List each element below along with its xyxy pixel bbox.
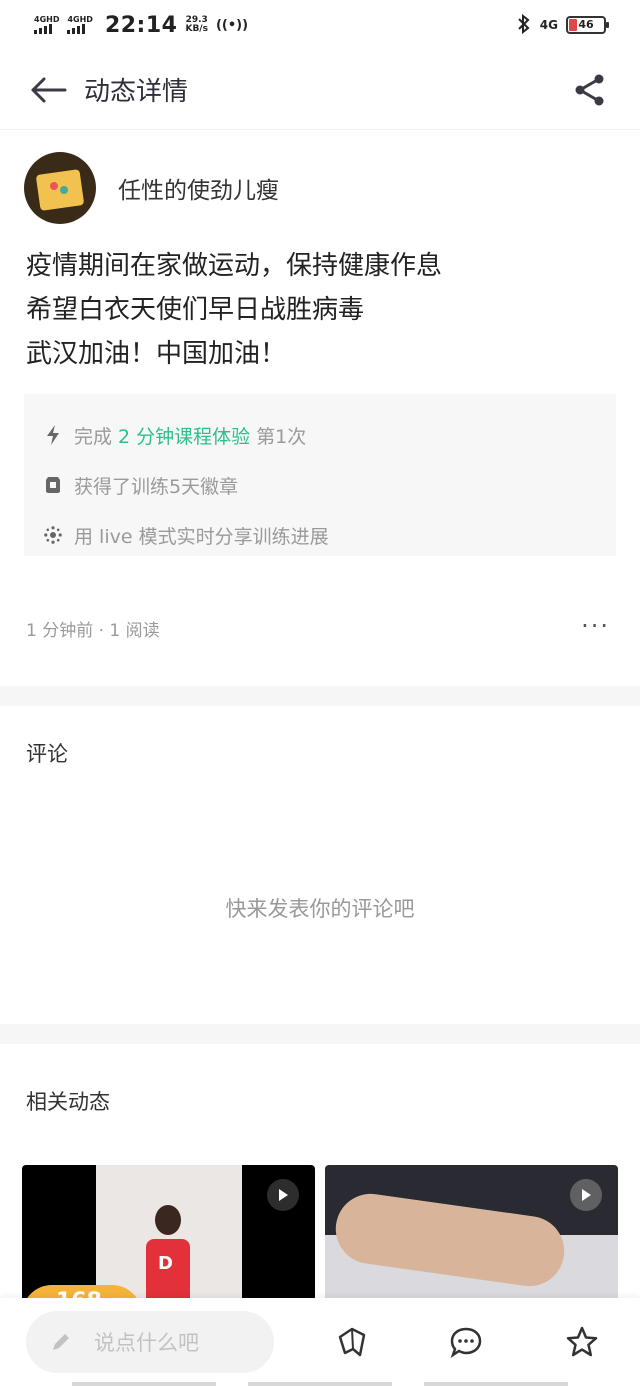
cheer-icon <box>338 1327 366 1357</box>
nav-indicator <box>424 1382 568 1386</box>
share-button[interactable] <box>570 70 610 110</box>
back-button[interactable] <box>30 70 70 110</box>
activity-text: 获得了训练5天徽章 <box>74 475 239 498</box>
avatar[interactable] <box>24 152 96 224</box>
more-options-button[interactable]: ··· <box>581 612 610 640</box>
page-title: 动态详情 <box>84 77 189 107</box>
lightning-icon <box>44 425 62 445</box>
arrow-left-icon <box>31 77 67 102</box>
activity-row-badge[interactable]: 获得了训练5天徽章 <box>44 460 596 510</box>
section-divider <box>0 686 640 706</box>
share-icon <box>575 74 604 106</box>
play-icon[interactable] <box>267 1179 299 1211</box>
network-speed-unit: KB/s <box>185 24 208 34</box>
post-meta: 1 分钟前 · 1 阅读 <box>26 621 160 641</box>
related-card[interactable]: 168 Kcal <box>22 1165 315 1305</box>
network-speed: 29.3 KB/s <box>185 16 207 34</box>
app-bar: 动态详情 <box>0 50 640 130</box>
post-line: 希望白衣天使们早日战胜病毒 <box>26 295 365 325</box>
section-divider <box>0 1024 640 1044</box>
comment-button[interactable] <box>448 1324 484 1360</box>
activity-text: 用 live 模式实时分享训练进展 <box>74 525 329 548</box>
battery-icon: 46 <box>566 16 609 34</box>
hotspot-icon: ((•)) <box>215 17 249 33</box>
post-line: 武汉加油！中国加油！ <box>26 339 287 369</box>
play-icon[interactable] <box>570 1179 602 1211</box>
nav-indicator <box>72 1382 216 1386</box>
comments-empty-tip: 快来发表你的评论吧 <box>225 897 415 921</box>
author-name[interactable]: 任性的使劲儿瘦 <box>118 171 279 205</box>
bottom-bar: 说点什么吧 <box>0 1298 640 1386</box>
related-card[interactable] <box>325 1165 618 1305</box>
bluetooth-icon <box>516 13 532 37</box>
post-content: 疫情期间在家做运动，保持健康作息 希望白衣天使们早日战胜病毒 武汉加油！中国加油… <box>26 244 442 376</box>
activity-summary: 完成 2 分钟课程体验 第1次 获得了训练5天徽章 用 live 模式实时分享训… <box>24 394 616 556</box>
cheer-button[interactable] <box>334 1324 370 1360</box>
signal-icon-2: 4GHD <box>67 15 93 34</box>
signal-icon: 4GHD <box>34 16 59 34</box>
favorite-button[interactable] <box>564 1324 600 1360</box>
activity-suffix: 第1次 <box>256 425 307 448</box>
battery-level: 46 <box>578 18 594 31</box>
post-line: 疫情期间在家做运动，保持健康作息 <box>26 251 443 281</box>
nav-indicator <box>248 1382 392 1386</box>
course-link[interactable]: 2 分钟课程体验 <box>118 422 250 449</box>
comment-input[interactable]: 说点什么吧 <box>26 1311 274 1373</box>
live-icon <box>44 526 62 544</box>
comment-icon <box>450 1327 482 1359</box>
pencil-icon <box>53 1334 69 1350</box>
video-thumbnail <box>146 1205 190 1305</box>
signal-label-1: 4GHD <box>34 15 60 24</box>
network-type: 4G <box>539 18 558 32</box>
status-bar: 4GHD 4GHD 22:14 29.3 KB/s ((•)) 4G 46 <box>0 0 640 50</box>
activity-row-live[interactable]: 用 live 模式实时分享训练进展 <box>44 510 596 560</box>
comments-title: 评论 <box>26 742 68 766</box>
star-icon <box>566 1326 598 1357</box>
signal-label-2: 4GHD <box>67 15 93 24</box>
activity-prefix: 完成 <box>74 425 113 448</box>
status-right: 4G 46 <box>516 13 609 37</box>
clock: 22:14 <box>104 12 178 38</box>
comment-placeholder: 说点什么吧 <box>94 1331 199 1355</box>
related-title: 相关动态 <box>26 1090 110 1114</box>
post-author[interactable]: 任性的使劲儿瘦 <box>24 152 279 224</box>
activity-row-course[interactable]: 完成 2 分钟课程体验 第1次 <box>44 410 596 460</box>
badge-icon <box>44 476 62 494</box>
status-left: 4GHD 4GHD 22:14 29.3 KB/s ((•)) <box>34 13 248 38</box>
